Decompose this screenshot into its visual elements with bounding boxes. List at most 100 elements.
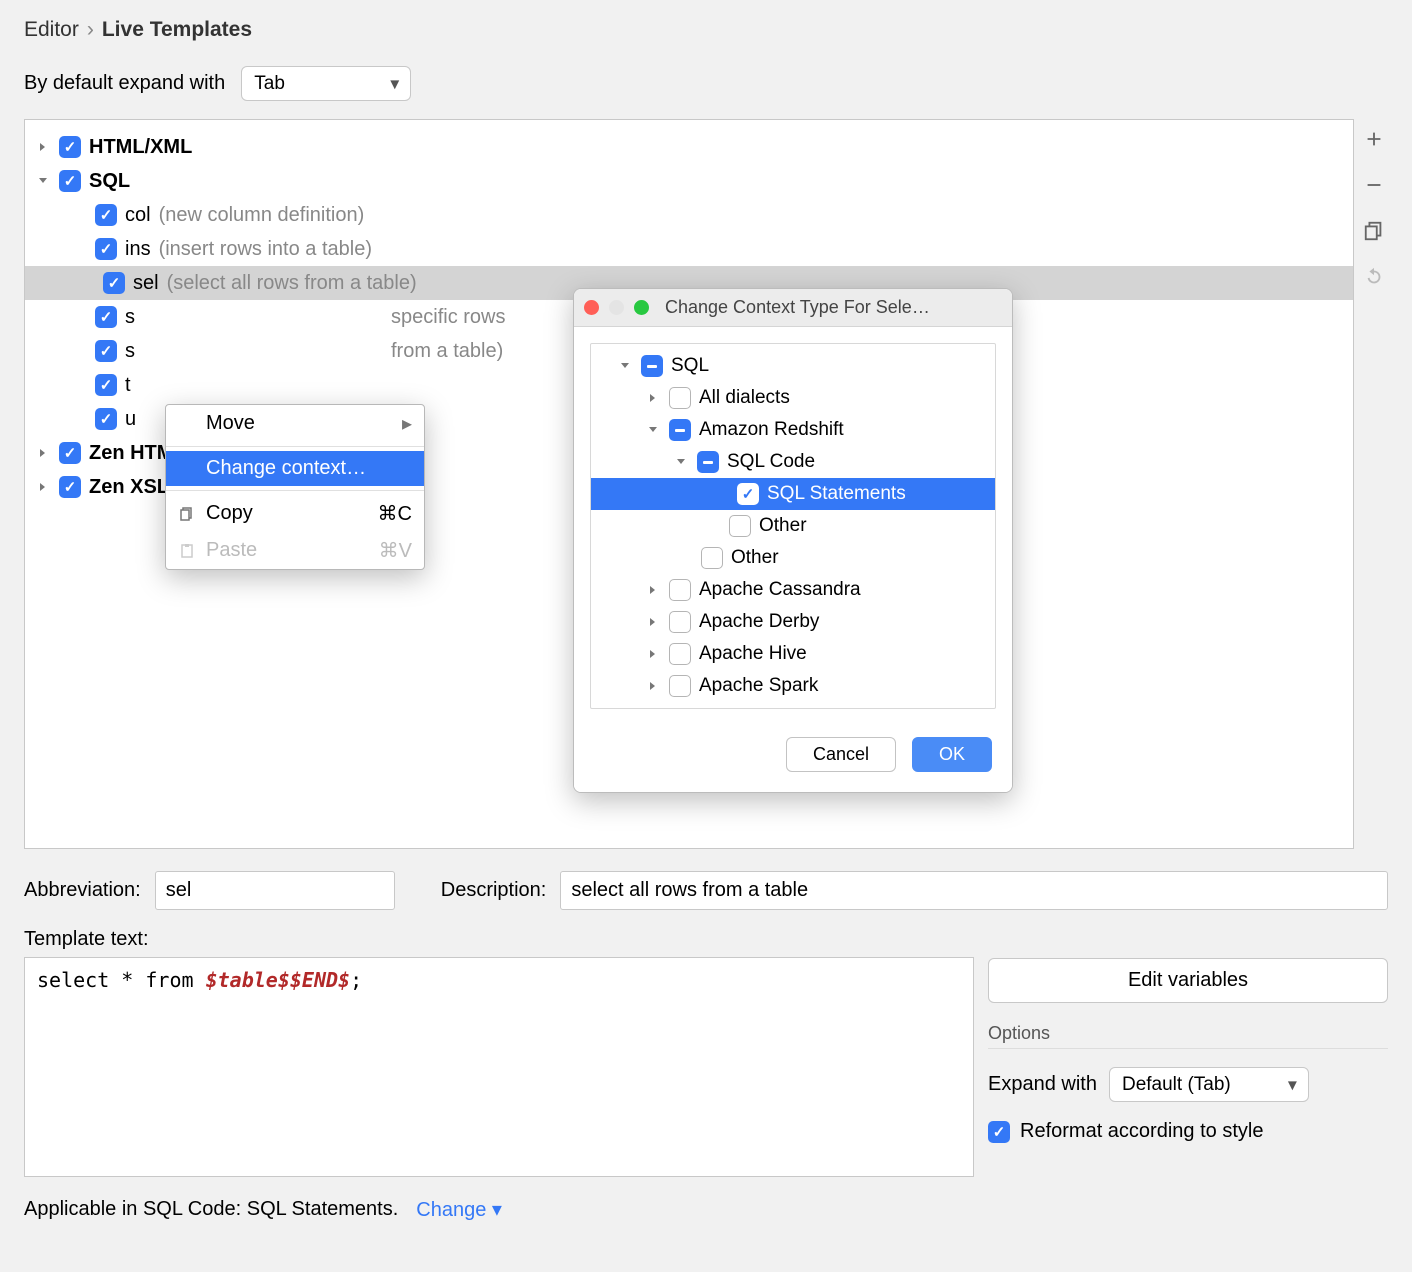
ctx-node-label: SQL <box>671 355 709 377</box>
template-abbr: sel <box>133 272 159 295</box>
template-item[interactable]: ins (insert rows into a table) <box>25 232 1353 266</box>
cancel-button[interactable]: Cancel <box>786 737 896 772</box>
checkbox[interactable] <box>103 272 125 294</box>
window-zoom-icon[interactable] <box>634 300 649 315</box>
template-desc: (insert rows into a table) <box>159 238 372 261</box>
checkbox[interactable] <box>95 306 117 328</box>
group-html-xml[interactable]: HTML/XML <box>25 130 1353 164</box>
ctx-paste[interactable]: Paste ⌘V <box>166 532 424 569</box>
checkbox[interactable] <box>95 204 117 226</box>
checkbox[interactable] <box>669 643 691 665</box>
expand-with-combo[interactable]: Default (Tab) <box>1109 1067 1309 1102</box>
template-text-label: Template text: <box>24 928 974 951</box>
group-label: HTML/XML <box>89 136 192 159</box>
chevron-right-icon[interactable] <box>645 390 661 406</box>
checkbox[interactable] <box>669 611 691 633</box>
group-sql[interactable]: SQL <box>25 164 1353 198</box>
remove-button[interactable] <box>1360 171 1388 199</box>
template-item[interactable]: col (new column definition) <box>25 198 1353 232</box>
checkbox[interactable] <box>737 483 759 505</box>
ctx-node-other[interactable]: Other <box>591 542 995 574</box>
checkbox[interactable] <box>95 374 117 396</box>
ctx-node-hive[interactable]: Apache Hive <box>591 638 995 670</box>
checkbox[interactable] <box>669 387 691 409</box>
add-button[interactable] <box>1360 125 1388 153</box>
checkbox[interactable] <box>95 238 117 260</box>
ctx-change-context[interactable]: Change context… <box>166 451 424 486</box>
ctx-node-label: Other <box>759 515 807 537</box>
chevron-right-icon[interactable] <box>35 139 51 155</box>
description-field[interactable] <box>560 871 1388 910</box>
ctx-node-sql[interactable]: SQL <box>591 350 995 382</box>
template-desc: from a table) <box>391 340 503 363</box>
expand-with-label: Expand with <box>988 1073 1097 1096</box>
checkbox[interactable] <box>95 340 117 362</box>
duplicate-button[interactable] <box>1360 217 1388 245</box>
ctx-node-cassandra[interactable]: Apache Cassandra <box>591 574 995 606</box>
context-menu[interactable]: Move ▸ Change context… Copy ⌘C <box>165 404 425 570</box>
template-text-area[interactable]: select * from $table$$END$; <box>24 957 974 1177</box>
template-text-suffix: ; <box>350 968 362 992</box>
change-context-link[interactable]: Change ▾ <box>416 1197 502 1222</box>
chevron-right-icon[interactable] <box>645 582 661 598</box>
chevron-down-icon[interactable] <box>35 173 51 189</box>
template-abbr: col <box>125 204 151 227</box>
ok-button[interactable]: OK <box>912 737 992 772</box>
ctx-node-label: All dialects <box>699 387 790 409</box>
ctx-move[interactable]: Move ▸ <box>166 405 424 442</box>
reformat-label: Reformat according to style <box>1020 1120 1263 1143</box>
checkbox-indeterminate[interactable] <box>697 451 719 473</box>
checkbox[interactable] <box>701 547 723 569</box>
options-title: Options <box>988 1023 1388 1049</box>
context-tree[interactable]: SQL All dialects Amazon Redshift <box>591 344 995 708</box>
revert-button[interactable] <box>1360 263 1388 291</box>
checkbox-indeterminate[interactable] <box>641 355 663 377</box>
chevron-right-icon[interactable] <box>645 614 661 630</box>
checkbox[interactable] <box>669 675 691 697</box>
breadcrumb-parent[interactable]: Editor <box>24 18 79 42</box>
chevron-down-icon: ▾ <box>492 1199 502 1221</box>
checkbox[interactable] <box>59 476 81 498</box>
checkbox[interactable] <box>59 442 81 464</box>
side-toolbar <box>1360 119 1388 849</box>
copy-icon <box>178 506 196 522</box>
default-expand-label: By default expand with <box>24 72 225 95</box>
checkbox[interactable] <box>95 408 117 430</box>
chevron-down-icon[interactable] <box>673 454 689 470</box>
chevron-right-icon[interactable] <box>645 678 661 694</box>
ctx-node-label: Apache Spark <box>699 675 818 697</box>
ctx-node-sql-code[interactable]: SQL Code <box>591 446 995 478</box>
ctx-node-amazon-redshift[interactable]: Amazon Redshift <box>591 414 995 446</box>
abbreviation-label: Abbreviation: <box>24 879 141 902</box>
checkbox[interactable] <box>729 515 751 537</box>
breadcrumb: Editor › Live Templates <box>24 18 1388 42</box>
checkbox[interactable] <box>669 579 691 601</box>
edit-variables-button[interactable]: Edit variables <box>988 958 1388 1003</box>
ctx-shortcut: ⌘V <box>379 538 412 563</box>
ctx-node-derby[interactable]: Apache Derby <box>591 606 995 638</box>
checkbox-indeterminate[interactable] <box>669 419 691 441</box>
ctx-shortcut: ⌘C <box>378 501 412 526</box>
checkbox[interactable] <box>59 136 81 158</box>
ctx-copy[interactable]: Copy ⌘C <box>166 495 424 532</box>
reformat-checkbox[interactable] <box>988 1121 1010 1143</box>
ctx-node-other[interactable]: Other <box>591 510 995 542</box>
checkbox[interactable] <box>59 170 81 192</box>
ctx-node-all-dialects[interactable]: All dialects <box>591 382 995 414</box>
abbreviation-field[interactable] <box>155 871 395 910</box>
paste-icon <box>178 543 196 559</box>
default-expand-combo[interactable]: Tab <box>241 66 411 101</box>
chevron-down-icon[interactable] <box>645 422 661 438</box>
window-close-icon[interactable] <box>584 300 599 315</box>
ctx-label: Change context… <box>206 457 366 480</box>
ctx-node-spark[interactable]: Apache Spark <box>591 670 995 702</box>
chevron-right-icon[interactable] <box>35 445 51 461</box>
chevron-right-icon[interactable] <box>645 646 661 662</box>
chevron-down-icon[interactable] <box>617 358 633 374</box>
chevron-right-icon[interactable] <box>35 479 51 495</box>
ctx-node-sql-statements[interactable]: SQL Statements <box>591 478 995 510</box>
window-minimize-icon[interactable] <box>609 300 624 315</box>
template-abbr: ins <box>125 238 151 261</box>
templates-tree[interactable]: HTML/XML SQL col (new column definition)… <box>24 119 1354 849</box>
dialog-title: Change Context Type For Sele… <box>665 297 930 318</box>
